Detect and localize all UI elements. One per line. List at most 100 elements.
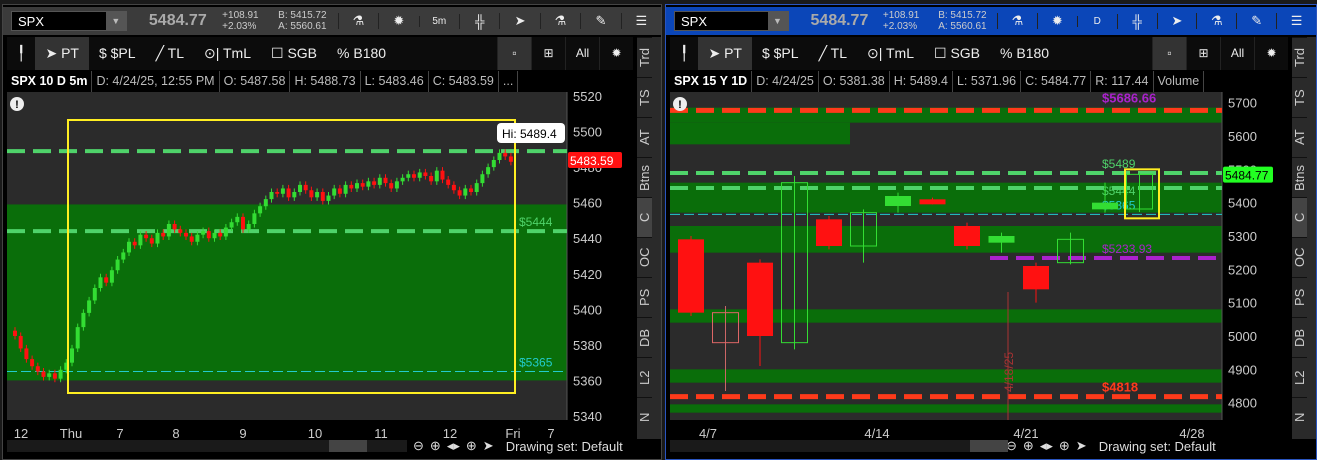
- candle-body: [988, 236, 1015, 243]
- symbol-input[interactable]: SPX ▼: [11, 11, 127, 31]
- symbol-input[interactable]: SPX ▼: [674, 11, 789, 31]
- cursor-icon[interactable]: ➤: [1156, 13, 1197, 29]
- candle-body: [218, 232, 223, 237]
- tool-dpl[interactable]: $ $PL: [89, 37, 146, 70]
- grid-layout-icon[interactable]: ⊞: [1186, 37, 1220, 70]
- horizontal-scrollbar[interactable]: [670, 440, 1008, 452]
- chevron-down-icon[interactable]: ▼: [105, 12, 126, 30]
- pan-icon[interactable]: ◂▸: [1040, 438, 1053, 454]
- scroll-thumb[interactable]: [329, 440, 367, 452]
- horizontal-scrollbar[interactable]: [7, 440, 407, 452]
- tool-tl[interactable]: ╱ TL: [146, 37, 194, 70]
- gear-icon[interactable]: ✹: [1036, 13, 1077, 29]
- cursor-icon[interactable]: ➤: [499, 13, 539, 29]
- side-tab-db[interactable]: DB: [1292, 317, 1307, 357]
- side-tab-at[interactable]: AT: [637, 117, 652, 157]
- side-tab-ts[interactable]: TS: [637, 77, 652, 117]
- support-zone: [670, 122, 850, 145]
- scroll-thumb[interactable]: [970, 440, 1008, 452]
- zoom-in-icon[interactable]: ⊕: [1023, 438, 1034, 454]
- pan-icon[interactable]: ◂▸: [447, 438, 460, 454]
- timeframe-button[interactable]: D: [1076, 15, 1117, 27]
- side-tab-ts[interactable]: TS: [1292, 77, 1307, 117]
- side-tab-oc[interactable]: OC: [1292, 237, 1307, 277]
- pointer-icon[interactable]: ➤: [483, 438, 494, 454]
- gear-icon[interactable]: ✹: [378, 13, 418, 29]
- study-icon[interactable]: ⚗: [1196, 13, 1236, 29]
- side-tab-oc[interactable]: OC: [637, 237, 652, 277]
- tool-sgb[interactable]: ☐ SGB: [261, 37, 327, 70]
- settings-gear-icon[interactable]: ✹: [599, 37, 633, 70]
- tool-tml[interactable]: ⊙| TmL: [194, 37, 261, 70]
- side-tab-c[interactable]: C: [637, 197, 652, 237]
- settings-gear-icon[interactable]: ✹: [1254, 37, 1288, 70]
- tool-label: TL: [167, 45, 184, 61]
- side-tab-c[interactable]: C: [1292, 197, 1307, 237]
- info-field: D: 4/24/25, 12:55 PM: [92, 71, 220, 92]
- price-chart[interactable]: 5700560055005400530052005100500049004800…: [670, 92, 1292, 438]
- zoom-out-icon[interactable]: ⊖: [413, 438, 424, 454]
- price-tick-label: 5420: [573, 267, 602, 282]
- tool-sgb[interactable]: ☐ SGB: [924, 37, 990, 70]
- side-tab-l2[interactable]: L2: [637, 357, 652, 397]
- candle-body: [383, 177, 388, 184]
- chevron-down-icon[interactable]: ▼: [767, 12, 788, 30]
- side-tab-trd[interactable]: Trd: [637, 37, 652, 77]
- candle-body: [463, 188, 468, 196]
- candle-body: [457, 190, 462, 196]
- tool-label: SGB: [950, 45, 981, 61]
- single-layout-icon[interactable]: ▫: [497, 37, 531, 70]
- tool-tml[interactable]: ⊙| TmL: [857, 37, 924, 70]
- side-tab-at[interactable]: AT: [1292, 117, 1307, 157]
- tool-label: PT: [61, 45, 79, 61]
- bid-value: B: 5415.72: [938, 10, 987, 21]
- drawing-icon[interactable]: ✎: [580, 13, 620, 29]
- tool-b180[interactable]: % B180: [990, 37, 1059, 70]
- side-tab-btns[interactable]: Btns: [1292, 157, 1307, 197]
- crosshair-icon[interactable]: ⊕: [466, 438, 477, 454]
- flask-icon[interactable]: ⚗: [337, 13, 378, 29]
- crosshair-icon[interactable]: ⊕: [1059, 438, 1070, 454]
- grid-layout-icon[interactable]: ⊞: [531, 37, 565, 70]
- candle-body: [480, 174, 485, 184]
- side-tab-n[interactable]: N: [1292, 397, 1307, 437]
- price-tick-label: 5300: [1228, 229, 1257, 244]
- tool-pt[interactable]: ➤ PT: [698, 37, 752, 70]
- tool-b180[interactable]: % B180: [327, 37, 396, 70]
- candle-body: [349, 184, 354, 189]
- side-tab-db[interactable]: DB: [637, 317, 652, 357]
- drawing-icon[interactable]: ✎: [1236, 13, 1276, 29]
- side-tab-n[interactable]: N: [637, 397, 652, 437]
- menu-icon[interactable]: ☰: [1276, 13, 1316, 29]
- tool-pt[interactable]: ➤ PT: [35, 37, 89, 70]
- all-icon[interactable]: All: [1220, 37, 1254, 70]
- single-layout-icon[interactable]: ▫: [1152, 37, 1186, 70]
- change-percent: +2.03%: [882, 21, 918, 32]
- side-tab-ps[interactable]: PS: [1292, 277, 1307, 317]
- side-tab-trd[interactable]: Trd: [1292, 37, 1307, 77]
- all-icon[interactable]: All: [565, 37, 599, 70]
- percent-icon: %: [337, 45, 350, 61]
- flask-icon[interactable]: ⚗: [997, 13, 1037, 29]
- tool-tl[interactable]: ╱ TL: [809, 37, 857, 70]
- price-chart[interactable]: 5520550054805460544054205400538053605340…: [7, 92, 637, 438]
- study-icon[interactable]: ⚗: [539, 13, 580, 29]
- candle-style-icon[interactable]: ╬: [458, 13, 499, 29]
- pointer-icon[interactable]: ➤: [1076, 438, 1087, 454]
- side-tab-btns[interactable]: Btns: [637, 157, 652, 197]
- candle-body: [292, 192, 297, 198]
- pin-icon[interactable]: ╿: [670, 37, 698, 70]
- menu-icon[interactable]: ☰: [620, 13, 661, 29]
- pin-icon[interactable]: ╿: [7, 37, 35, 70]
- candle-body: [417, 172, 422, 178]
- side-tab-ps[interactable]: PS: [637, 277, 652, 317]
- candle-style-icon[interactable]: ╬: [1116, 13, 1157, 29]
- zoom-in-icon[interactable]: ⊕: [430, 438, 441, 454]
- timeline-icon: ⊙|: [866, 45, 883, 61]
- drawing-set-label: Drawing set: Default: [1098, 438, 1216, 454]
- tool-label: TmL: [223, 45, 251, 61]
- tool-dpl[interactable]: $ $PL: [752, 37, 809, 70]
- side-tab-l2[interactable]: L2: [1292, 357, 1307, 397]
- timeframe-button[interactable]: 5m: [418, 15, 459, 27]
- price-level-label: $5444: [1102, 184, 1136, 198]
